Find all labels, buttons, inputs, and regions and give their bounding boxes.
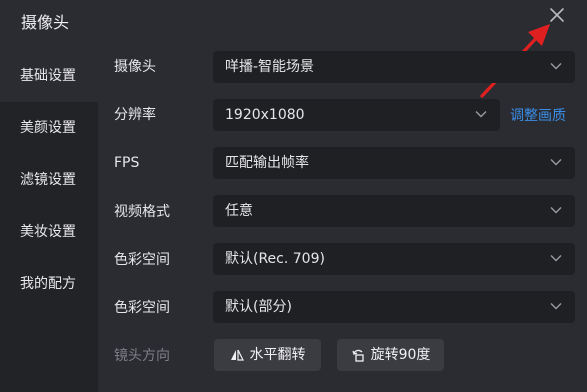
resolution-select[interactable]: 1920x1080	[213, 99, 500, 131]
fps-label: FPS	[114, 155, 140, 171]
color-space-label: 色彩空间	[114, 252, 170, 268]
sidebar-item-my-recipe[interactable]: 我的配方	[0, 258, 98, 310]
settings-sidebar: 基础设置 美颜设置 滤镜设置 美妆设置 我的配方	[0, 50, 98, 392]
close-icon	[548, 6, 566, 24]
fps-select-value: 匹配输出帧率	[225, 155, 309, 171]
video-format-select[interactable]: 任意	[213, 195, 575, 227]
flip-horizontal-label: 水平翻转	[249, 347, 306, 363]
flip-horizontal-button[interactable]: 水平翻转	[214, 339, 321, 371]
rotate-icon	[351, 348, 365, 362]
video-format-label: 视频格式	[114, 204, 170, 220]
sidebar-item-filter[interactable]: 滤镜设置	[0, 154, 98, 206]
video-format-select-value: 任意	[225, 203, 253, 219]
sidebar-item-beauty[interactable]: 美颜设置	[0, 102, 98, 154]
resolution-label: 分辨率	[114, 107, 156, 123]
camera-settings-dialog: 摄像头 基础设置 美颜设置 滤镜设置 美妆设置 我的配方 摄像头 咩播-智能场景…	[0, 0, 587, 392]
chevron-down-icon	[550, 206, 562, 214]
color-space-select[interactable]: 默认(Rec. 709)	[213, 243, 575, 275]
chevron-down-icon	[550, 302, 562, 310]
color-range-select-value: 默认(部分)	[225, 299, 292, 315]
dialog-title: 摄像头	[21, 13, 70, 32]
camera-select[interactable]: 咩播-智能场景	[213, 51, 575, 83]
sidebar-item-makeup[interactable]: 美妆设置	[0, 206, 98, 258]
lens-direction-label: 镜头方向	[114, 348, 170, 364]
color-space-select-value: 默认(Rec. 709)	[225, 251, 325, 267]
sidebar-item-basic[interactable]: 基础设置	[0, 50, 98, 102]
resolution-select-value: 1920x1080	[225, 107, 305, 123]
camera-select-value: 咩播-智能场景	[225, 59, 315, 75]
fps-select[interactable]: 匹配输出帧率	[213, 147, 575, 179]
color-range-label: 色彩空间	[114, 300, 170, 316]
chevron-down-icon	[475, 110, 487, 118]
camera-label: 摄像头	[114, 59, 156, 75]
rotate-90-button[interactable]: 旋转90度	[337, 339, 444, 371]
chevron-down-icon	[550, 254, 562, 262]
rotate-90-label: 旋转90度	[370, 347, 431, 363]
close-button[interactable]	[548, 6, 566, 24]
chevron-down-icon	[550, 158, 562, 166]
chevron-down-icon	[550, 62, 562, 70]
flip-horizontal-icon	[230, 348, 244, 362]
color-range-select[interactable]: 默认(部分)	[213, 291, 575, 323]
adjust-quality-link[interactable]: 调整画质	[510, 106, 566, 126]
